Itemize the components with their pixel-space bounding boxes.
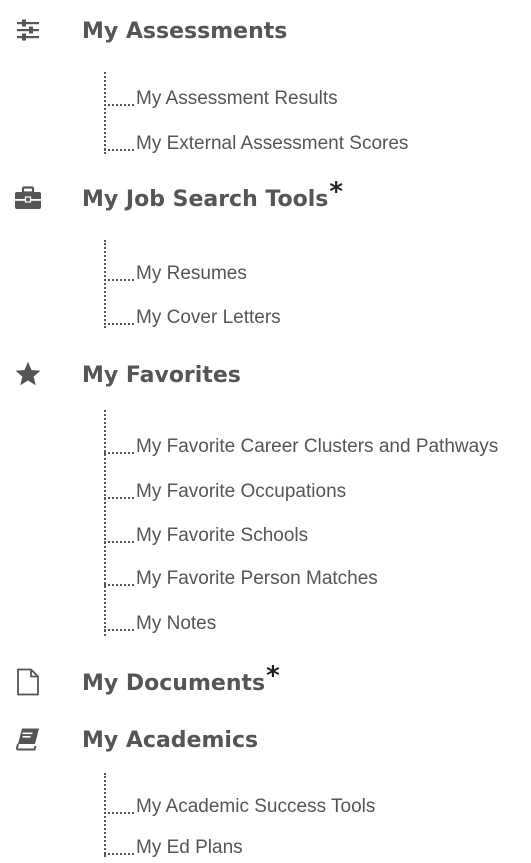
document-icon [12,666,44,698]
sliders-icon [12,14,44,46]
section-title-my-favorites[interactable]: My Favorites [82,359,242,389]
link-my-cover-letters[interactable]: My Cover Letters [136,307,281,329]
section-my-assessments: My Assessments [0,10,531,50]
section-my-documents: My Documents* [0,661,531,702]
list-item[interactable]: My Resumes [104,259,247,289]
link-my-favorite-person-matches[interactable]: My Favorite Person Matches [136,568,378,590]
tree-branch [104,497,134,499]
section-title-my-assessments[interactable]: My Assessments [82,15,288,45]
required-asterisk: * [329,177,343,207]
tree-branch [104,812,134,814]
link-my-favorite-schools[interactable]: My Favorite Schools [136,525,308,547]
link-my-favorite-career-clusters[interactable]: My Favorite Career Clusters and Pathways [136,436,498,458]
section-my-favorites: My Favorites [0,354,531,394]
link-my-external-assessment-scores[interactable]: My External Assessment Scores [136,133,408,155]
list-item[interactable]: My Cover Letters [104,303,281,333]
tree-branch [104,104,134,106]
list-item[interactable]: My Notes [104,609,216,639]
tree-branch [104,629,134,631]
briefcase-icon [12,182,44,214]
tree-branch [104,149,134,151]
star-icon [12,358,44,390]
tree-branch [104,584,134,586]
section-title-my-academics[interactable]: My Academics [82,724,259,754]
list-item[interactable]: My Academic Success Tools [104,792,375,822]
link-my-favorite-occupations[interactable]: My Favorite Occupations [136,481,346,503]
section-my-job-search-tools: My Job Search Tools* [0,177,531,218]
section-title-text: My Academics [82,728,259,753]
section-my-academics: My Academics [0,719,531,759]
tree-branch [104,279,134,281]
link-my-assessment-results[interactable]: My Assessment Results [136,88,338,110]
section-title-text: My Job Search Tools [82,187,329,212]
section-title-text: My Assessments [82,19,288,44]
section-title-my-job-search-tools[interactable]: My Job Search Tools* [82,177,343,213]
list-item[interactable]: My Favorite Occupations [104,477,346,507]
book-icon [12,723,44,755]
list-item[interactable]: My Favorite Person Matches [104,564,378,594]
tree-branch [104,452,134,454]
link-my-ed-plans[interactable]: My Ed Plans [136,837,243,859]
list-item[interactable]: My Favorite Career Clusters and Pathways [104,432,498,462]
tree-branch [104,323,134,325]
section-title-my-documents[interactable]: My Documents* [82,661,280,697]
list-item[interactable]: My Ed Plans [104,833,243,863]
link-my-resumes[interactable]: My Resumes [136,263,247,285]
section-title-text: My Favorites [82,363,241,388]
required-asterisk: * [266,661,280,691]
list-item[interactable]: My Favorite Schools [104,521,308,551]
link-my-notes[interactable]: My Notes [136,613,216,635]
tree-branch [104,853,134,855]
list-item[interactable]: My Assessment Results [104,84,338,114]
section-title-text: My Documents [82,671,266,696]
link-my-academic-success-tools[interactable]: My Academic Success Tools [136,796,375,818]
tree-branch [104,541,134,543]
list-item[interactable]: My External Assessment Scores [104,129,408,159]
